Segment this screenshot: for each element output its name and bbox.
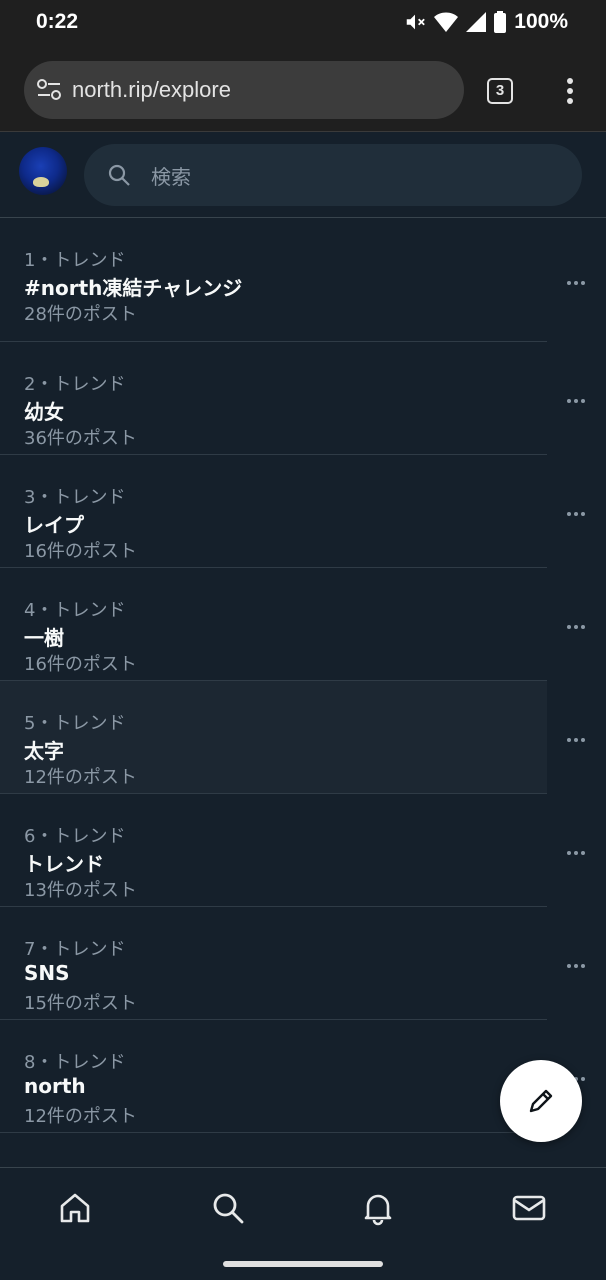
more-horiz-icon[interactable] <box>566 398 586 404</box>
status-time: 0:22 <box>36 10 79 33</box>
trend-title: north <box>24 1074 86 1098</box>
trend-item[interactable]: 4・トレンド 一樹 16件のポスト <box>0 568 585 681</box>
mute-icon <box>407 14 426 30</box>
trend-item[interactable]: 3・トレンド レイプ 16件のポスト <box>0 455 585 568</box>
url-text[interactable]: north.rip/explore <box>72 77 231 103</box>
more-horiz-icon[interactable] <box>566 624 586 630</box>
trend-rank: 8・トレンド <box>24 1052 126 1073</box>
trend-post-count: 28件のポスト <box>24 304 137 325</box>
trend-item[interactable]: 1・トレンド #north凍結チャレンジ 28件のポスト <box>0 218 585 342</box>
trend-title: 幼女 <box>24 400 64 424</box>
battery-icon <box>494 11 507 33</box>
trend-title: #north凍結チャレンジ <box>24 276 243 300</box>
trend-rank: 6・トレンド <box>24 826 126 847</box>
tab-switcher-button[interactable]: 3 <box>487 78 513 104</box>
trend-title: トレンド <box>24 852 104 876</box>
avatar[interactable] <box>19 147 67 195</box>
more-horiz-icon[interactable] <box>566 850 586 856</box>
gesture-bar[interactable] <box>223 1261 383 1267</box>
search-icon <box>108 164 130 186</box>
signal-icon <box>466 12 487 32</box>
trend-rank: 7・トレンド <box>24 939 126 960</box>
bell-icon[interactable] <box>360 1190 396 1226</box>
trend-item[interactable]: 8・トレンド north 12件のポスト <box>0 1020 585 1133</box>
more-horiz-icon[interactable] <box>566 280 586 286</box>
trend-post-count: 12件のポスト <box>24 1106 137 1127</box>
trend-rank: 4・トレンド <box>24 600 126 621</box>
pencil-icon <box>529 1089 553 1113</box>
more-horiz-icon[interactable] <box>566 963 586 969</box>
browser-toolbar: north.rip/explore 3 <box>0 48 606 132</box>
more-vert-icon[interactable] <box>560 76 580 106</box>
search-placeholder: 検索 <box>151 164 191 189</box>
more-horiz-icon[interactable] <box>566 737 586 743</box>
status-bar: 0:22 100% <box>0 0 606 48</box>
trend-item[interactable]: 6・トレンド トレンド 13件のポスト <box>0 794 585 907</box>
trend-title: レイプ <box>24 513 84 537</box>
trend-rank: 5・トレンド <box>24 713 126 734</box>
wifi-icon <box>434 12 459 32</box>
battery-level: 100% <box>514 10 568 33</box>
trend-title: SNS <box>24 961 70 985</box>
trend-post-count: 13件のポスト <box>24 880 137 901</box>
site-settings-icon[interactable] <box>36 77 62 103</box>
trend-item[interactable]: 2・トレンド 幼女 36件のポスト <box>0 342 585 455</box>
trend-rank: 2・トレンド <box>24 374 126 395</box>
trend-post-count: 36件のポスト <box>24 428 137 449</box>
home-icon[interactable] <box>57 1190 93 1226</box>
trend-post-count: 16件のポスト <box>24 654 137 675</box>
bottom-nav <box>0 1167 606 1280</box>
more-horiz-icon[interactable] <box>566 511 586 517</box>
compose-button[interactable] <box>500 1060 582 1142</box>
trend-post-count: 15件のポスト <box>24 993 137 1014</box>
status-icons: 100% <box>404 10 568 34</box>
trend-post-count: 16件のポスト <box>24 541 137 562</box>
trend-rank: 1・トレンド <box>24 250 126 271</box>
trend-title: 太字 <box>24 739 64 763</box>
explore-header: 検索 <box>0 133 606 218</box>
trend-title: 一樹 <box>24 626 64 650</box>
search-input[interactable]: 検索 <box>84 144 582 206</box>
address-bar[interactable]: north.rip/explore <box>24 61 464 119</box>
search-icon[interactable] <box>210 1190 246 1226</box>
mail-icon[interactable] <box>511 1190 547 1226</box>
trend-item[interactable]: 5・トレンド 太字 12件のポスト <box>0 681 585 794</box>
trend-item[interactable]: 7・トレンド SNS 15件のポスト <box>0 907 585 1020</box>
trend-rank: 3・トレンド <box>24 487 126 508</box>
trend-post-count: 12件のポスト <box>24 767 137 788</box>
